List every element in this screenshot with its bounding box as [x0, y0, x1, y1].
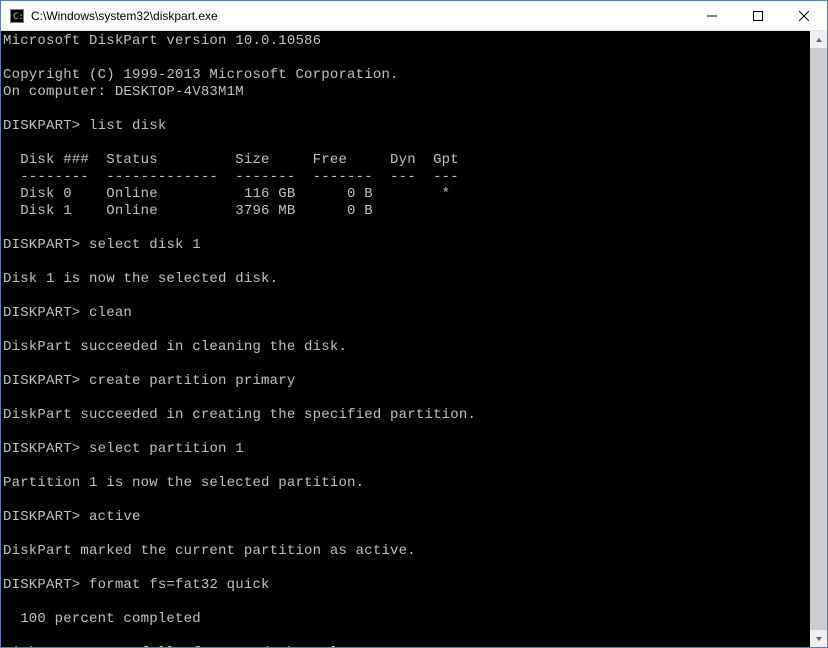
resp-clean-ok: DiskPart succeeded in cleaning the disk.	[3, 339, 347, 355]
close-button[interactable]	[781, 1, 827, 30]
disk-table-row: Disk 1 Online 3796 MB 0 B	[3, 203, 373, 219]
resp-partition-created: DiskPart succeeded in creating the speci…	[3, 407, 476, 423]
window-title: C:\Windows\system32\diskpart.exe	[31, 9, 689, 23]
cmd-select-disk: select disk 1	[89, 237, 201, 253]
cmd-create-partition: create partition primary	[89, 373, 295, 389]
minimize-button[interactable]	[689, 1, 735, 30]
resp-partition-selected: Partition 1 is now the selected partitio…	[3, 475, 364, 491]
cmd-list-disk: list disk	[89, 118, 166, 134]
resp-progress: 100 percent completed	[3, 611, 201, 627]
svg-text:C:: C:	[13, 12, 24, 22]
resp-format-ok: DiskPart successfully formatted the volu…	[3, 645, 373, 647]
scroll-up-button[interactable]	[810, 31, 827, 48]
window: C: C:\Windows\system32\diskpart.exe Micr…	[0, 0, 828, 648]
cmd-format: format fs=fat32 quick	[89, 577, 270, 593]
prompt: DISKPART>	[3, 305, 80, 321]
title-bar[interactable]: C: C:\Windows\system32\diskpart.exe	[1, 1, 827, 31]
prompt: DISKPART>	[3, 237, 80, 253]
resp-active-ok: DiskPart marked the current partition as…	[3, 543, 416, 559]
cmd-select-partition: select partition 1	[89, 441, 244, 457]
disk-table-divider: -------- ------------- ------- ------- -…	[3, 169, 459, 185]
client-area: Microsoft DiskPart version 10.0.10586 Co…	[1, 31, 827, 647]
prompt: DISKPART>	[3, 373, 80, 389]
copyright-line: Copyright (C) 1999-2013 Microsoft Corpor…	[3, 67, 399, 83]
prompt: DISKPART>	[3, 577, 80, 593]
disk-table-row: Disk 0 Online 116 GB 0 B *	[3, 186, 450, 202]
resp-disk-selected: Disk 1 is now the selected disk.	[3, 271, 278, 287]
window-controls	[689, 1, 827, 30]
scrollbar-thumb[interactable]	[810, 48, 827, 630]
computer-line: On computer: DESKTOP-4V83M1M	[3, 84, 244, 100]
prompt: DISKPART>	[3, 509, 80, 525]
cmd-clean: clean	[89, 305, 132, 321]
version-line: Microsoft DiskPart version 10.0.10586	[3, 33, 321, 49]
maximize-button[interactable]	[735, 1, 781, 30]
scroll-down-button[interactable]	[810, 630, 827, 647]
disk-table-header: Disk ### Status Size Free Dyn Gpt	[3, 152, 459, 168]
scrollbar-track[interactable]	[810, 48, 827, 630]
cmd-active: active	[89, 509, 141, 525]
prompt: DISKPART>	[3, 441, 80, 457]
terminal-output[interactable]: Microsoft DiskPart version 10.0.10586 Co…	[1, 31, 810, 647]
app-icon: C:	[9, 8, 25, 24]
vertical-scrollbar[interactable]	[810, 31, 827, 647]
prompt: DISKPART>	[3, 118, 80, 134]
